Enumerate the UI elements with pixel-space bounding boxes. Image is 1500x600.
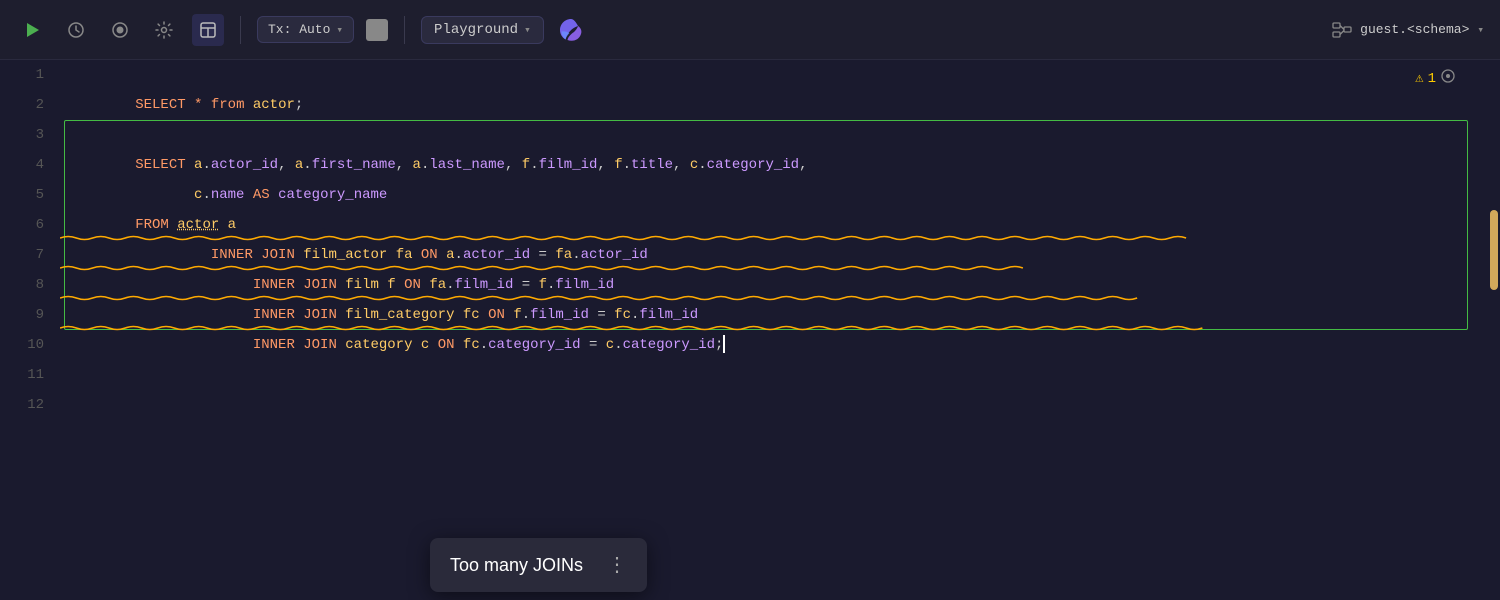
- code-line-8: INNER JOIN film_category fc ON f.film_id…: [60, 270, 1488, 300]
- too-many-joins-tooltip: Too many JOINs ⋮: [430, 538, 647, 592]
- tooltip-more-button[interactable]: ⋮: [607, 552, 627, 578]
- warning-icon: ⚠: [1415, 70, 1423, 87]
- divider-2: [404, 16, 405, 44]
- history-button[interactable]: [60, 14, 92, 46]
- playground-button[interactable]: Playground ▾: [421, 16, 544, 44]
- code-line-1: SELECT * from actor;: [60, 60, 1488, 90]
- line-num-9: 9: [0, 300, 60, 330]
- schema-selector[interactable]: guest.<schema> ▾: [1332, 20, 1484, 40]
- line-num-1: 1: [0, 60, 60, 90]
- line-num-8: 8: [0, 270, 60, 300]
- tooltip-text: Too many JOINs: [450, 555, 583, 576]
- playground-label: Playground: [434, 22, 518, 38]
- line-numbers: 1 2 3 4 5 6 7 8 9 10 11 12: [0, 60, 60, 600]
- code-line-3: SELECT a.actor_id, a.first_name, a.last_…: [60, 120, 1488, 150]
- schema-label: guest.<schema>: [1360, 22, 1469, 37]
- code-area[interactable]: SELECT * from actor; SELECT a.actor_id, …: [60, 60, 1488, 600]
- tx-selector[interactable]: Tx: Auto ▾: [257, 16, 354, 43]
- ai-button[interactable]: [556, 15, 586, 45]
- schema-icon: [1332, 20, 1352, 40]
- editor-area: 1 2 3 4 5 6 7 8 9 10 11 12 SELECT * from…: [0, 60, 1500, 600]
- code-line-9: INNER JOIN category c ON fc.category_id …: [60, 300, 1488, 330]
- code-line-2: [60, 90, 1488, 120]
- line-num-12: 12: [0, 390, 60, 420]
- record-button[interactable]: [104, 14, 136, 46]
- settings-button[interactable]: [148, 14, 180, 46]
- divider-1: [240, 16, 241, 44]
- code-line-12: [60, 390, 1488, 420]
- code-line-10: [60, 330, 1488, 360]
- playground-chevron: ▾: [524, 23, 531, 37]
- line-num-2: 2: [0, 90, 60, 120]
- warning-badge[interactable]: ⚠ 1: [1415, 68, 1456, 89]
- warning-count: 1: [1428, 71, 1436, 87]
- line-num-6: 6: [0, 210, 60, 240]
- line-num-11: 11: [0, 360, 60, 390]
- code-line-5: FROM actor a: [60, 180, 1488, 210]
- tx-chevron: ▾: [336, 23, 343, 37]
- toolbar: Tx: Auto ▾ Playground ▾ guest.<schema>: [0, 0, 1500, 60]
- line-num-7: 7: [0, 240, 60, 270]
- code-line-4: c.name AS category_name: [60, 150, 1488, 180]
- schema-chevron: ▾: [1477, 23, 1484, 37]
- settings-icon-warning[interactable]: [1440, 68, 1456, 89]
- line-num-10: 10: [0, 330, 60, 360]
- code-line-6: INNER JOIN film_actor fa ON a.actor_id =…: [60, 210, 1488, 240]
- line-num-5: 5: [0, 180, 60, 210]
- code-content: SELECT * from actor; SELECT a.actor_id, …: [60, 60, 1488, 420]
- vertical-scrollbar[interactable]: [1488, 60, 1500, 600]
- code-line-7: INNER JOIN film f ON fa.film_id = f.film…: [60, 240, 1488, 270]
- layout-button[interactable]: [192, 14, 224, 46]
- scrollbar-thumb[interactable]: [1490, 210, 1498, 290]
- code-line-11: [60, 360, 1488, 390]
- play-button[interactable]: [16, 14, 48, 46]
- line-num-3: 3: [0, 120, 60, 150]
- line-num-4: 4: [0, 150, 60, 180]
- stop-button[interactable]: [366, 19, 388, 41]
- tx-label: Tx: Auto: [268, 22, 330, 37]
